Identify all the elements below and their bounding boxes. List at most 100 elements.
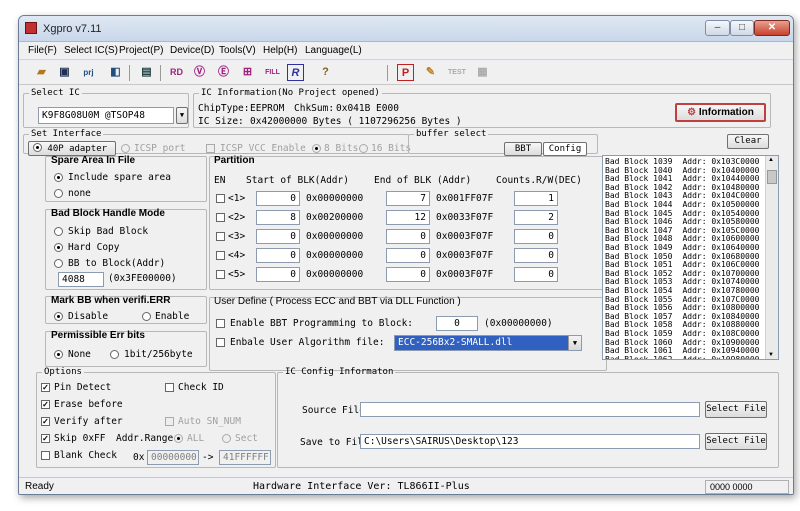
programmer-p-icon[interactable]: P xyxy=(397,64,414,81)
menu-help[interactable]: Help(H) xyxy=(263,45,297,56)
fill-icon[interactable]: FILL xyxy=(264,64,281,81)
partition-enable-checkbox[interactable] xyxy=(216,251,225,260)
bbt-block-input[interactable]: 0 xyxy=(436,316,478,331)
menu-tools[interactable]: Tools(V) xyxy=(219,45,256,56)
write-icon[interactable]: ⊞ xyxy=(239,64,256,81)
source-file-input[interactable] xyxy=(360,402,700,417)
partition-end-addr: 0x0003F07F xyxy=(436,250,494,261)
bbt-button[interactable]: BBT xyxy=(504,142,542,156)
partition-row-label: <5> xyxy=(228,269,246,280)
source-select-file-button[interactable]: Select File xyxy=(705,401,767,418)
verify-after-checkbox[interactable]: ✓ xyxy=(41,417,50,426)
partition-row-label: <2> xyxy=(228,212,246,223)
include-spare-radio[interactable] xyxy=(54,173,63,182)
bb-to-block-radio[interactable] xyxy=(54,259,63,268)
buffer-select-group: buffer select BBT Config xyxy=(408,129,598,156)
partition-count-input[interactable]: 1 xyxy=(514,191,558,206)
partition-count-input[interactable]: 2 xyxy=(514,210,558,225)
menu-file[interactable]: File(F) xyxy=(28,45,57,56)
bad-block-scrollbar[interactable]: ▲ ▼ xyxy=(765,156,778,359)
maximize-button[interactable]: □ xyxy=(730,20,754,36)
perm-err-none-radio[interactable] xyxy=(54,350,63,359)
mark-bb-disable-radio[interactable] xyxy=(54,312,63,321)
save-icon[interactable]: ▣ xyxy=(56,64,73,81)
save-project-icon[interactable]: ◧ xyxy=(107,64,124,81)
menu-device[interactable]: Device(D) xyxy=(170,45,214,56)
edit-icon[interactable]: ✎ xyxy=(422,64,439,81)
algorithm-file-dropdown[interactable]: ECC-256Bx2-SMALL.dll ▼ xyxy=(394,335,582,351)
partition-end-input[interactable]: 0 xyxy=(386,229,430,244)
partition-count-input[interactable]: 0 xyxy=(514,267,558,282)
bad-block-list[interactable]: Bad Block 1039 Addr: 0x103C0000 Bad Block … xyxy=(602,155,779,360)
enable-bbt-checkbox[interactable] xyxy=(216,319,225,328)
partition-start-input[interactable]: 0 xyxy=(256,229,300,244)
skip-0xff-checkbox[interactable]: ✓ xyxy=(41,434,50,443)
adapter-option[interactable]: 40P adapter xyxy=(28,141,116,156)
config-button[interactable]: Config xyxy=(543,142,587,156)
partition-count-input[interactable]: 0 xyxy=(514,229,558,244)
menu-select-ic[interactable]: Select IC(S) xyxy=(64,45,118,56)
set-interface-legend: Set Interface xyxy=(31,129,102,139)
enable-algorithm-checkbox[interactable] xyxy=(216,338,225,347)
open-icon[interactable]: ▰ xyxy=(33,64,50,81)
partition-end-input[interactable]: 7 xyxy=(386,191,430,206)
partition-end-input[interactable]: 12 xyxy=(386,210,430,225)
menu-project[interactable]: Project(P) xyxy=(119,45,163,56)
pin-detect-checkbox[interactable]: ✓ xyxy=(41,383,50,392)
partition-end-addr: 0x0003F07F xyxy=(436,269,494,280)
skip-bad-block-radio[interactable] xyxy=(54,227,63,236)
partition-end-input[interactable]: 0 xyxy=(386,248,430,263)
ic-dropdown-button[interactable]: ▼ xyxy=(176,107,188,124)
perm-err-none-label: None xyxy=(68,349,91,360)
partition-enable-checkbox[interactable] xyxy=(216,194,225,203)
scroll-up-icon[interactable]: ▲ xyxy=(768,157,774,163)
read-icon[interactable]: RD xyxy=(168,64,185,81)
adapter-radio[interactable] xyxy=(33,143,42,152)
project-icon[interactable]: prj xyxy=(80,64,97,81)
partition-start-input[interactable]: 0 xyxy=(256,191,300,206)
icsp-vcc-checkbox xyxy=(206,144,215,153)
spare-none-radio[interactable] xyxy=(54,189,63,198)
select-ic-group: Select IC K9F8G08U0M @TSOP48 ▼ xyxy=(23,88,189,128)
list-item[interactable]: Bad Block 1062 Addr: 0x10980000 xyxy=(605,355,760,359)
partition-start-input[interactable]: 0 xyxy=(256,267,300,282)
hard-copy-radio[interactable] xyxy=(54,243,63,252)
range-from-input: 00000000 xyxy=(147,450,199,465)
selected-ic-field[interactable]: K9F8G08U0M @TSOP48 xyxy=(38,107,174,124)
bits8-label: 8 Bits xyxy=(324,143,359,154)
verify-icon[interactable]: Ⓥ xyxy=(191,64,208,81)
scroll-down-icon[interactable]: ▼ xyxy=(768,352,774,358)
partition-enable-checkbox[interactable] xyxy=(216,232,225,241)
scroll-thumb[interactable] xyxy=(767,170,777,184)
partition-enable-checkbox[interactable] xyxy=(216,213,225,222)
menu-language[interactable]: Language(L) xyxy=(305,45,362,56)
toolbar-separator xyxy=(387,65,388,81)
bad-block-group: Bad Block Handle Mode Skip Bad Block Har… xyxy=(45,208,207,290)
blank-check-label: Blank Check xyxy=(54,450,117,461)
mark-bb-enable-radio[interactable] xyxy=(142,312,151,321)
partition-enable-checkbox[interactable] xyxy=(216,270,225,279)
minimize-button[interactable]: – xyxy=(705,20,730,36)
partition-start-addr: 0x00000000 xyxy=(306,193,364,204)
icsp-port-radio xyxy=(121,144,130,153)
information-button[interactable]: ⚙ Information xyxy=(675,103,766,122)
spare-area-group: Spare Area In File Include spare area no… xyxy=(45,155,207,202)
help-icon[interactable]: ? xyxy=(317,64,334,81)
bb-block-input[interactable]: 4088 xyxy=(58,272,104,287)
perm-err-1bit-radio[interactable] xyxy=(110,350,119,359)
erase-icon[interactable]: Ⓔ xyxy=(215,64,232,81)
partition-count-input[interactable]: 0 xyxy=(514,248,558,263)
chevron-down-icon[interactable]: ▼ xyxy=(568,336,581,350)
partition-start-input[interactable]: 8 xyxy=(256,210,300,225)
clear-button[interactable]: Clear xyxy=(727,134,769,149)
blank-check-checkbox[interactable] xyxy=(41,451,50,460)
register-icon[interactable]: R xyxy=(287,64,304,81)
save-select-file-button[interactable]: Select File xyxy=(705,433,767,450)
close-button[interactable]: ✕ xyxy=(754,20,790,36)
chip-icon[interactable]: ▤ xyxy=(138,64,155,81)
partition-start-input[interactable]: 0 xyxy=(256,248,300,263)
erase-before-checkbox[interactable]: ✓ xyxy=(41,400,50,409)
check-id-checkbox[interactable] xyxy=(165,383,174,392)
save-file-input[interactable]: C:\Users\SAIRUS\Desktop\123 xyxy=(360,434,700,449)
partition-end-input[interactable]: 0 xyxy=(386,267,430,282)
